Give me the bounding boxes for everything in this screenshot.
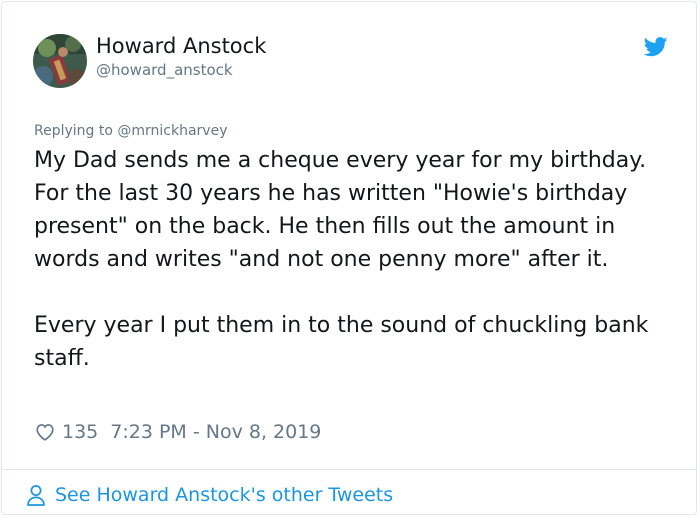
person-icon [27, 485, 45, 506]
heart-icon[interactable] [34, 421, 56, 443]
see-other-tweets-link[interactable]: See Howard Anstock's other Tweets [26, 482, 393, 508]
see-other-tweets-label[interactable]: See Howard Anstock's other Tweets [55, 484, 393, 506]
replying-to[interactable]: Replying to @mrnickharvey [34, 121, 227, 141]
tweet-meta: 135 7:23 PM - Nov 8, 2019 [34, 418, 321, 446]
tweet-text: My Dad sends me a cheque every year for … [34, 144, 684, 375]
twitter-bird-icon[interactable] [644, 36, 668, 58]
tweet-timestamp[interactable]: 7:23 PM - Nov 8, 2019 [110, 421, 321, 443]
tweet-paragraph: My Dad sends me a cheque every year for … [34, 148, 647, 272]
tweet-card: Howard Anstock @howard_anstock Replying … [1, 1, 697, 515]
divider [2, 469, 696, 470]
avatar-image [33, 34, 87, 88]
tweet-paragraph: Every year I put them in to the sound of… [34, 313, 649, 371]
avatar[interactable] [33, 34, 87, 88]
like-count: 135 [62, 421, 99, 443]
author-handle[interactable]: @howard_anstock [96, 60, 233, 80]
author-display-name[interactable]: Howard Anstock [96, 33, 266, 59]
